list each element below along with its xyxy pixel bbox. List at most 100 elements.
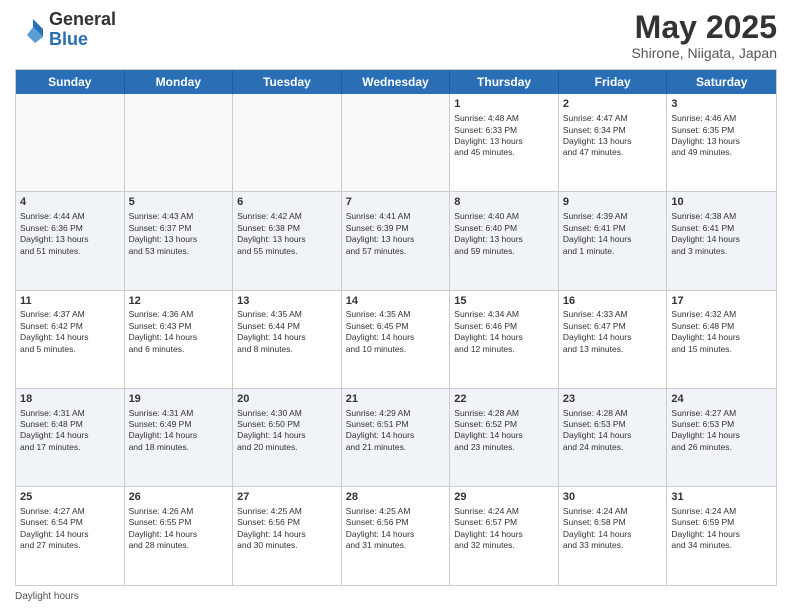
cell-line: Sunrise: 4:35 AM <box>346 309 446 320</box>
cell-line: and 20 minutes. <box>237 442 337 453</box>
cell-line: Daylight: 13 hours <box>454 234 554 245</box>
footer: Daylight hours <box>15 591 777 602</box>
month-title: May 2025 <box>631 10 777 45</box>
cell-line: and 15 minutes. <box>671 344 772 355</box>
day-number: 17 <box>671 294 772 309</box>
calendar-cell: 9Sunrise: 4:39 AMSunset: 6:41 PMDaylight… <box>559 192 668 289</box>
calendar: SundayMondayTuesdayWednesdayThursdayFrid… <box>15 69 777 586</box>
cell-line: Sunset: 6:53 PM <box>563 419 663 430</box>
cell-line: Daylight: 14 hours <box>20 529 120 540</box>
weekday-header: Thursday <box>450 70 559 94</box>
calendar-cell: 15Sunrise: 4:34 AMSunset: 6:46 PMDayligh… <box>450 291 559 388</box>
calendar-body: 1Sunrise: 4:48 AMSunset: 6:33 PMDaylight… <box>16 94 776 585</box>
day-number: 21 <box>346 392 446 407</box>
title-block: May 2025 Shirone, Niigata, Japan <box>631 10 777 61</box>
cell-line: Sunset: 6:51 PM <box>346 419 446 430</box>
header: General Blue May 2025 Shirone, Niigata, … <box>15 10 777 61</box>
calendar-cell: 27Sunrise: 4:25 AMSunset: 6:56 PMDayligh… <box>233 487 342 585</box>
cell-line: Sunset: 6:48 PM <box>671 321 772 332</box>
cell-line: Sunset: 6:38 PM <box>237 223 337 234</box>
cell-line: Daylight: 14 hours <box>346 430 446 441</box>
cell-line: Sunset: 6:46 PM <box>454 321 554 332</box>
cell-line: Sunset: 6:50 PM <box>237 419 337 430</box>
cell-line: Sunset: 6:56 PM <box>346 517 446 528</box>
cell-line: and 18 minutes. <box>129 442 229 453</box>
cell-line: Sunset: 6:37 PM <box>129 223 229 234</box>
day-number: 1 <box>454 97 554 112</box>
cell-line: and 49 minutes. <box>671 147 772 158</box>
cell-line: Sunrise: 4:27 AM <box>671 408 772 419</box>
day-number: 4 <box>20 195 120 210</box>
calendar-cell: 29Sunrise: 4:24 AMSunset: 6:57 PMDayligh… <box>450 487 559 585</box>
day-number: 6 <box>237 195 337 210</box>
cell-line: Daylight: 13 hours <box>20 234 120 245</box>
cell-line: Sunset: 6:41 PM <box>563 223 663 234</box>
cell-line: Sunset: 6:49 PM <box>129 419 229 430</box>
cell-line: Daylight: 13 hours <box>454 136 554 147</box>
cell-line: Daylight: 14 hours <box>671 332 772 343</box>
calendar-cell: 26Sunrise: 4:26 AMSunset: 6:55 PMDayligh… <box>125 487 234 585</box>
calendar-cell: 4Sunrise: 4:44 AMSunset: 6:36 PMDaylight… <box>16 192 125 289</box>
cell-line: Sunset: 6:35 PM <box>671 125 772 136</box>
cell-line: Daylight: 14 hours <box>237 529 337 540</box>
cell-line: Sunrise: 4:25 AM <box>346 506 446 517</box>
calendar-cell: 11Sunrise: 4:37 AMSunset: 6:42 PMDayligh… <box>16 291 125 388</box>
cell-line: and 10 minutes. <box>346 344 446 355</box>
day-number: 9 <box>563 195 663 210</box>
calendar-row: 1Sunrise: 4:48 AMSunset: 6:33 PMDaylight… <box>16 94 776 192</box>
cell-line: Daylight: 14 hours <box>237 430 337 441</box>
cell-line: and 3 minutes. <box>671 246 772 257</box>
calendar-row: 25Sunrise: 4:27 AMSunset: 6:54 PMDayligh… <box>16 487 776 585</box>
calendar-row: 11Sunrise: 4:37 AMSunset: 6:42 PMDayligh… <box>16 291 776 389</box>
day-number: 7 <box>346 195 446 210</box>
cell-line: and 13 minutes. <box>563 344 663 355</box>
cell-line: Sunrise: 4:24 AM <box>454 506 554 517</box>
day-number: 22 <box>454 392 554 407</box>
calendar-cell: 17Sunrise: 4:32 AMSunset: 6:48 PMDayligh… <box>667 291 776 388</box>
calendar-header: SundayMondayTuesdayWednesdayThursdayFrid… <box>16 70 776 94</box>
cell-line: Sunrise: 4:25 AM <box>237 506 337 517</box>
cell-line: and 57 minutes. <box>346 246 446 257</box>
cell-line: Daylight: 14 hours <box>237 332 337 343</box>
day-number: 24 <box>671 392 772 407</box>
calendar-cell: 6Sunrise: 4:42 AMSunset: 6:38 PMDaylight… <box>233 192 342 289</box>
cell-line: and 23 minutes. <box>454 442 554 453</box>
cell-line: Daylight: 14 hours <box>671 234 772 245</box>
calendar-cell: 25Sunrise: 4:27 AMSunset: 6:54 PMDayligh… <box>16 487 125 585</box>
day-number: 28 <box>346 490 446 505</box>
cell-line: Sunrise: 4:31 AM <box>20 408 120 419</box>
day-number: 27 <box>237 490 337 505</box>
cell-line: Daylight: 14 hours <box>454 529 554 540</box>
day-number: 13 <box>237 294 337 309</box>
cell-line: Daylight: 13 hours <box>671 136 772 147</box>
calendar-cell: 31Sunrise: 4:24 AMSunset: 6:59 PMDayligh… <box>667 487 776 585</box>
cell-line: Sunrise: 4:28 AM <box>454 408 554 419</box>
cell-line: Daylight: 14 hours <box>454 332 554 343</box>
cell-line: Sunrise: 4:33 AM <box>563 309 663 320</box>
cell-line: and 21 minutes. <box>346 442 446 453</box>
cell-line: Daylight: 14 hours <box>454 430 554 441</box>
calendar-cell: 30Sunrise: 4:24 AMSunset: 6:58 PMDayligh… <box>559 487 668 585</box>
cell-line: Sunrise: 4:41 AM <box>346 211 446 222</box>
cell-line: and 47 minutes. <box>563 147 663 158</box>
calendar-cell: 10Sunrise: 4:38 AMSunset: 6:41 PMDayligh… <box>667 192 776 289</box>
day-number: 19 <box>129 392 229 407</box>
cell-line: and 45 minutes. <box>454 147 554 158</box>
cell-line: and 34 minutes. <box>671 540 772 551</box>
cell-line: and 33 minutes. <box>563 540 663 551</box>
day-number: 25 <box>20 490 120 505</box>
weekday-header: Saturday <box>667 70 776 94</box>
cell-line: Sunset: 6:48 PM <box>20 419 120 430</box>
cell-line: Sunrise: 4:30 AM <box>237 408 337 419</box>
day-number: 31 <box>671 490 772 505</box>
calendar-cell: 1Sunrise: 4:48 AMSunset: 6:33 PMDaylight… <box>450 94 559 191</box>
cell-line: Sunrise: 4:26 AM <box>129 506 229 517</box>
cell-line: Sunset: 6:54 PM <box>20 517 120 528</box>
cell-line: Sunrise: 4:48 AM <box>454 113 554 124</box>
cell-line: Sunset: 6:55 PM <box>129 517 229 528</box>
cell-line: Sunset: 6:41 PM <box>671 223 772 234</box>
cell-line: Sunset: 6:59 PM <box>671 517 772 528</box>
calendar-cell: 7Sunrise: 4:41 AMSunset: 6:39 PMDaylight… <box>342 192 451 289</box>
footer-label: Daylight hours <box>15 591 79 602</box>
cell-line: Sunrise: 4:39 AM <box>563 211 663 222</box>
